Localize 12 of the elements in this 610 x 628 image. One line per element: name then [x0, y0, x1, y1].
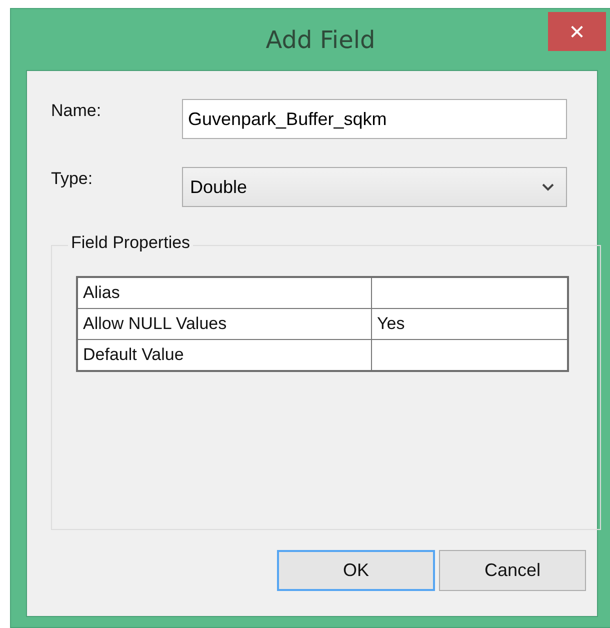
- window-title: Add Field: [264, 26, 376, 54]
- property-cell: Allow NULL Values: [77, 308, 372, 340]
- name-field[interactable]: Guvenpark_Buffer_sqkm: [182, 99, 567, 139]
- cancel-button[interactable]: Cancel: [439, 550, 586, 591]
- ok-button[interactable]: OK: [277, 550, 435, 591]
- close-button[interactable]: ✕: [548, 12, 606, 51]
- name-label: Name:: [51, 100, 102, 121]
- type-label: Type:: [51, 168, 94, 189]
- chevron-down-icon: [542, 183, 554, 191]
- group-title: Field Properties: [68, 233, 194, 253]
- property-cell: Alias: [77, 277, 372, 308]
- type-dropdown[interactable]: Double: [182, 167, 567, 207]
